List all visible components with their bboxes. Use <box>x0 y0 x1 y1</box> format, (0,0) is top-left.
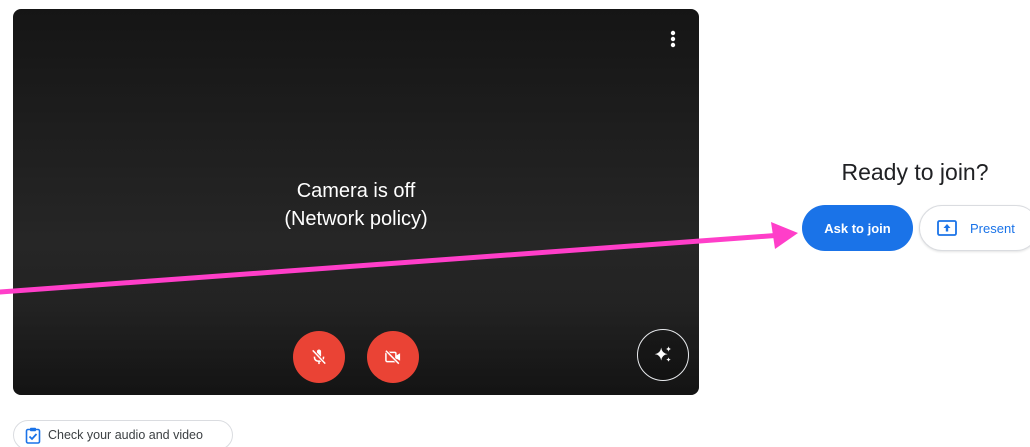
mic-off-icon <box>311 349 327 365</box>
present-label: Present <box>970 220 1015 236</box>
more-vert-icon <box>670 30 676 48</box>
preview-shade <box>13 305 699 395</box>
video-preview: Camera is off (Network policy) <box>13 9 699 395</box>
camera-off-reason: (Network policy) <box>284 208 428 230</box>
meet-prejoin-page: Camera is off (Network policy) Ready to … <box>0 0 1030 447</box>
check-audio-video-label: Check your audio and video <box>48 428 203 442</box>
camera-toggle-button[interactable] <box>367 331 419 383</box>
camera-off-text: Camera is off <box>296 180 416 202</box>
clipboard-check-icon <box>25 427 41 444</box>
videocam-off-icon <box>384 349 401 365</box>
sparkle-icon <box>654 346 672 362</box>
camera-status-message: Camera is off (Network policy) <box>13 177 699 233</box>
ready-to-join-heading: Ready to join? <box>841 159 989 185</box>
ask-to-join-button[interactable]: Ask to join <box>802 205 913 251</box>
present-to-all-icon <box>937 220 957 236</box>
check-audio-video-button[interactable]: Check your audio and video <box>13 420 233 447</box>
more-options-button[interactable] <box>661 27 685 51</box>
microphone-toggle-button[interactable] <box>293 331 345 383</box>
present-button[interactable]: Present <box>919 205 1030 251</box>
visual-effects-button[interactable] <box>637 329 689 381</box>
